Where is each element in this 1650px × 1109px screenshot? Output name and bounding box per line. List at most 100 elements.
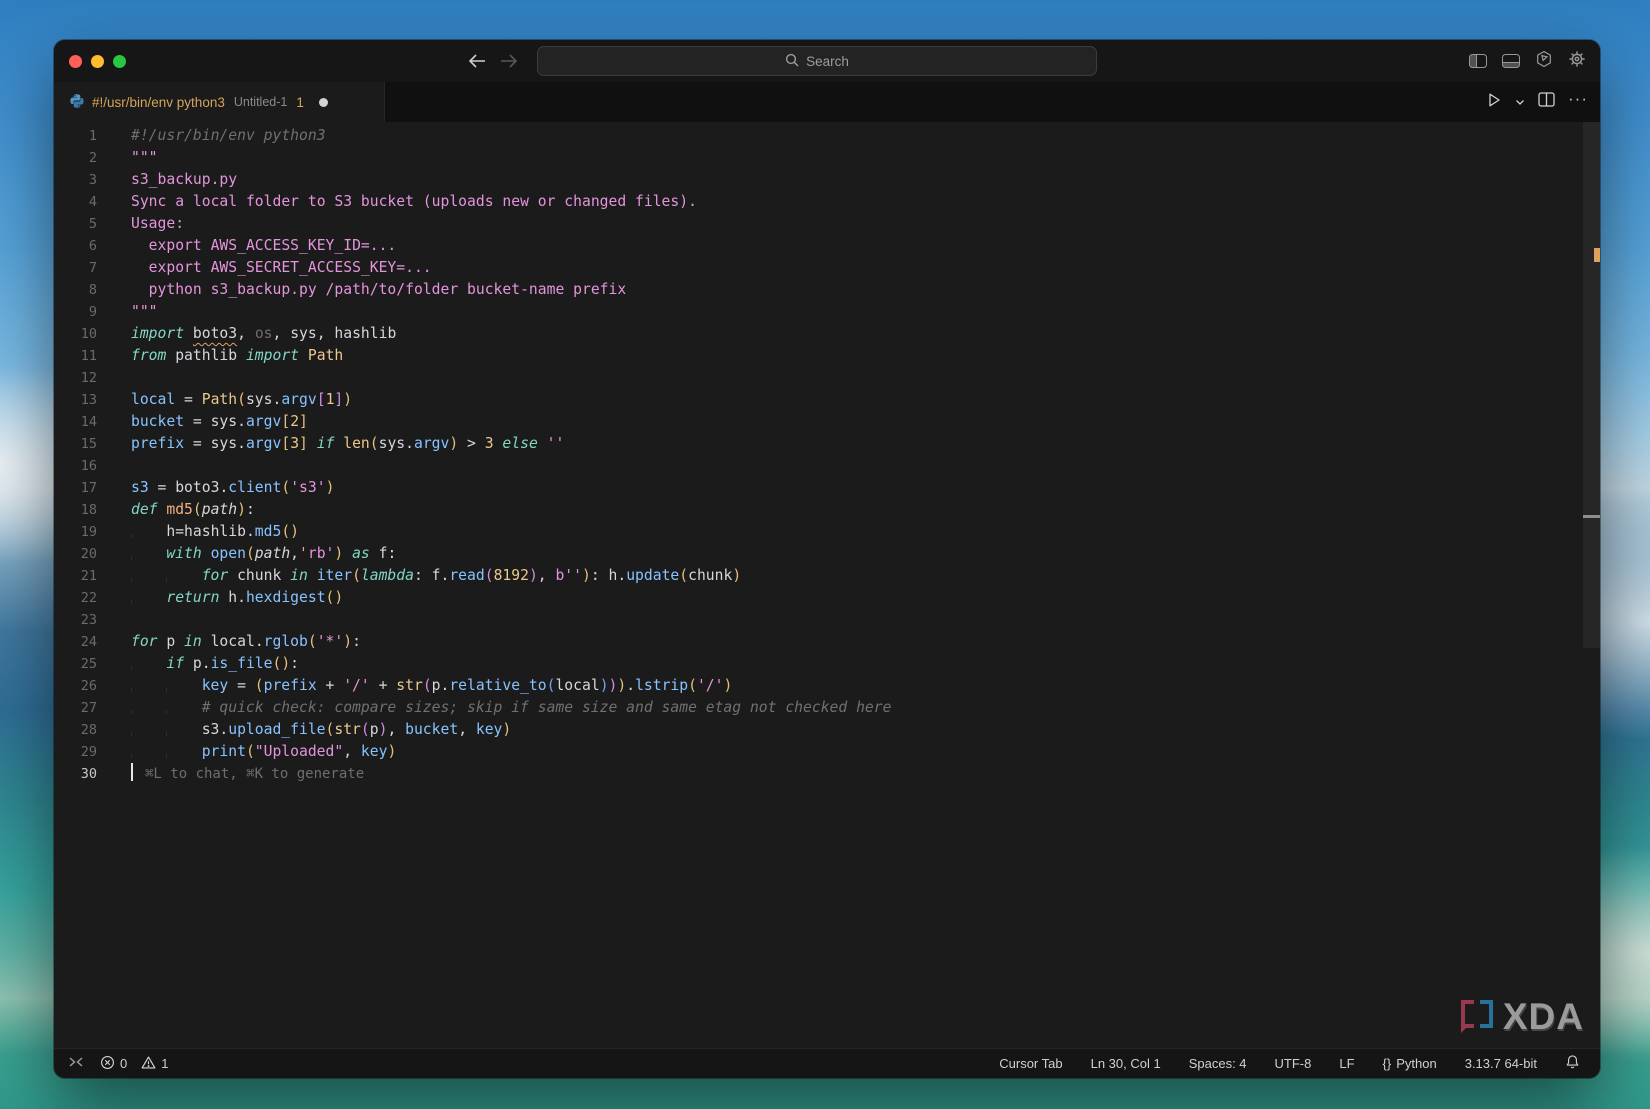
zoom-button[interactable] (113, 55, 126, 68)
code-token: , (387, 721, 405, 738)
tab-bar: #!/usr/bin/env python3 Untitled-1 1 ··· (54, 82, 1600, 122)
line-number: 6 (54, 235, 97, 257)
code-line[interactable]: 14bucket = sys.argv[2] (54, 411, 1580, 433)
code-token: : (387, 545, 396, 562)
code-token: 3 (485, 435, 494, 452)
code-line[interactable]: 18def md5(path): (54, 499, 1580, 521)
code-token: = (228, 677, 255, 694)
code-line[interactable]: 11from pathlib import Path (54, 345, 1580, 367)
code-line[interactable]: 21for chunk in iter(lambda: f.read(8192)… (54, 565, 1580, 587)
code-token: lambda (361, 567, 414, 584)
code-token: as (343, 545, 378, 562)
settings-gear-icon[interactable] (1568, 50, 1586, 73)
code-token: ( (423, 677, 432, 694)
code-line[interactable]: 20with open(path,'rb') as f: (54, 543, 1580, 565)
code-line[interactable]: 17s3 = boto3.client('s3') (54, 477, 1580, 499)
code-token: ) (502, 721, 511, 738)
code-token: : (352, 633, 361, 650)
line-number: 20 (54, 543, 97, 565)
scrollbar-thumb[interactable] (1583, 122, 1600, 648)
code-token: is_file (211, 655, 273, 672)
code-line[interactable]: 4Sync a local folder to S3 bucket (uploa… (54, 191, 1580, 213)
search-input[interactable]: Search (537, 46, 1097, 76)
tab-description: Untitled-1 (234, 95, 288, 109)
code-line[interactable]: 23 (54, 609, 1580, 631)
line-number: 3 (54, 169, 97, 191)
run-button[interactable] (1486, 92, 1502, 113)
code-token: chunk (688, 567, 732, 584)
code-line[interactable]: 25if p.is_file(): (54, 653, 1580, 675)
code-token: python s3_backup.py /path/to/folder buck… (131, 281, 626, 298)
code-line[interactable]: 28s3.upload_file(str(p), bucket, key) (54, 719, 1580, 741)
code-line[interactable]: 2""" (54, 147, 1580, 169)
remote-indicator-icon[interactable] (68, 1055, 84, 1072)
run-dropdown-chevron-icon[interactable] (1515, 93, 1525, 111)
code-line[interactable]: 15prefix = sys.argv[3] if len(sys.argv) … (54, 433, 1580, 455)
code-token: iter (317, 567, 352, 584)
toggle-panel-icon[interactable] (1502, 54, 1520, 68)
more-actions-icon[interactable]: ··· (1568, 94, 1588, 110)
forward-icon[interactable] (500, 54, 518, 68)
code-token: ( (255, 677, 264, 694)
code-token: ) (343, 633, 352, 650)
code-line[interactable]: 12 (54, 367, 1580, 389)
code-line[interactable]: 3s3_backup.py (54, 169, 1580, 191)
code-token: #!/usr/bin/env python3 (131, 127, 326, 144)
code-line[interactable]: 10import boto3, os, sys, hashlib (54, 323, 1580, 345)
code-line[interactable]: 7 export AWS_SECRET_ACCESS_KEY=... (54, 257, 1580, 279)
back-icon[interactable] (468, 54, 486, 68)
code-line[interactable]: 27# quick check: compare sizes; skip if … (54, 697, 1580, 719)
code-line[interactable]: 9""" (54, 301, 1580, 323)
code-line[interactable]: 24for p in local.rglob('*'): (54, 631, 1580, 653)
code-token: # quick check: compare sizes; skip if sa… (202, 699, 892, 716)
line-number: 17 (54, 477, 97, 499)
code-line[interactable]: 13local = Path(sys.argv[1]) (54, 389, 1580, 411)
status-bar: 0 1 Cursor Tab Ln 30, Col 1 Spaces: 4 UT… (54, 1048, 1600, 1078)
code-line[interactable]: 30⌘L to chat, ⌘K to generate (54, 763, 1580, 785)
search-icon (785, 53, 799, 70)
code-token: local (555, 677, 599, 694)
code-token: : (414, 567, 432, 584)
code-line[interactable]: 5Usage: (54, 213, 1580, 235)
line-number: 26 (54, 675, 97, 697)
close-button[interactable] (69, 55, 82, 68)
modified-dot-icon[interactable] (319, 98, 328, 107)
code-token: , (273, 325, 291, 342)
notifications-bell-icon[interactable] (1565, 1054, 1580, 1073)
cursor-tab-status[interactable]: Cursor Tab (999, 1056, 1062, 1071)
code-token: 'rb' (299, 545, 334, 562)
encoding-status[interactable]: UTF-8 (1275, 1056, 1312, 1071)
python-runtime-status[interactable]: 3.13.7 64-bit (1465, 1056, 1537, 1071)
split-editor-icon[interactable] (1538, 92, 1555, 112)
code-line[interactable]: 8 python s3_backup.py /path/to/folder bu… (54, 279, 1580, 301)
code-token: boto3 (193, 325, 237, 342)
eol-status[interactable]: LF (1339, 1056, 1354, 1071)
code-token: len (343, 435, 370, 452)
editor-pane[interactable]: 1#!/usr/bin/env python32"""3s3_backup.py… (54, 122, 1600, 1048)
code-line[interactable]: 6 export AWS_ACCESS_KEY_ID=... (54, 235, 1580, 257)
language-status[interactable]: {} Python (1383, 1056, 1437, 1071)
toggle-sidebar-icon[interactable] (1469, 54, 1487, 68)
code-token: ( (308, 633, 317, 650)
code-token: '/' (343, 677, 370, 694)
problems-indicator[interactable]: 0 1 (100, 1055, 168, 1073)
code-token: """ (131, 149, 158, 166)
code-token: Usage: (131, 215, 184, 232)
code-line[interactable]: 26key = (prefix + '/' + str(p.relative_t… (54, 675, 1580, 697)
code-token: . (202, 655, 211, 672)
code-line[interactable]: 29print("Uploaded", key) (54, 741, 1580, 763)
indentation-status[interactable]: Spaces: 4 (1189, 1056, 1247, 1071)
code-token: prefix (264, 677, 317, 694)
line-number: 8 (54, 279, 97, 301)
tab-untitled-1[interactable]: #!/usr/bin/env python3 Untitled-1 1 (54, 82, 385, 122)
minimize-button[interactable] (91, 55, 104, 68)
code-line[interactable]: 16 (54, 455, 1580, 477)
code-line[interactable]: 1#!/usr/bin/env python3 (54, 125, 1580, 147)
ai-pane-icon[interactable] (1535, 50, 1553, 73)
code-line[interactable]: 19h=hashlib.md5() (54, 521, 1580, 543)
code-token: def (131, 501, 166, 518)
line-number: 28 (54, 719, 97, 741)
cursor-position-status[interactable]: Ln 30, Col 1 (1091, 1056, 1161, 1071)
code-token: 2 (290, 413, 299, 430)
code-line[interactable]: 22return h.hexdigest() (54, 587, 1580, 609)
